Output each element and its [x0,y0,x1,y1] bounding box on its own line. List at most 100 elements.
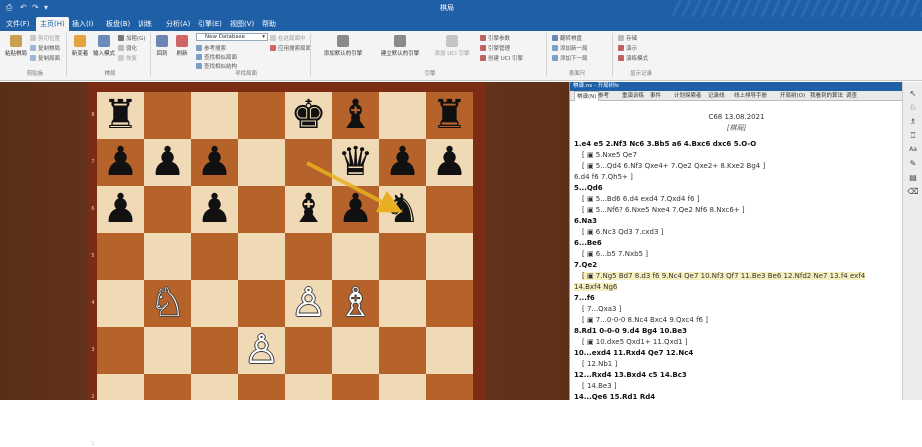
menu-tab[interactable]: 引擎(E) [194,17,226,31]
board-square-b8[interactable] [144,92,191,139]
customize-dropdown-icon[interactable]: ▾ [44,3,48,12]
menu-tab[interactable]: 文件(F) [2,17,34,31]
chess-piece-e6[interactable]: ♝ [285,186,332,233]
database-select[interactable]: New Database ▾ [196,33,268,41]
chess-piece-c7[interactable]: ♟ [191,139,238,186]
chess-piece-h8[interactable]: ♜ [426,92,473,139]
board-square-b6[interactable] [144,186,191,233]
chess-piece-e8[interactable]: ♚ [285,92,332,139]
chess-piece-d3[interactable]: ♙ [238,327,285,374]
paste-button[interactable]: 粘贴棋局 [4,35,28,57]
chess-piece-h7[interactable]: ♟ [426,139,473,186]
in-this-position-button[interactable]: 在这局面中 [270,34,306,42]
panel-tab[interactable]: 线上排导手册 [734,91,767,101]
board-square-h4[interactable] [426,280,473,327]
board-square-c2[interactable] [191,374,238,400]
board-square-g3[interactable] [379,327,426,374]
menu-tab[interactable]: 训练 [134,17,156,31]
board-square-h6[interactable] [426,186,473,233]
menu-tab[interactable]: 分析(A) [162,17,194,31]
pointer-icon[interactable]: ↖ [907,88,919,99]
book-tool-icon[interactable]: ▤ [907,172,919,183]
notation-line[interactable]: 5...Qd6 [574,184,603,192]
notation-line[interactable]: [ 7...Qxa3 ] [582,305,621,313]
chess-piece-a6[interactable]: ♟ [97,186,144,233]
board-square-c4[interactable] [191,280,238,327]
panel-tab[interactable]: 事件 [650,91,661,101]
board-square-a3[interactable] [97,327,144,374]
board-square-f5[interactable] [332,233,379,280]
notation-line[interactable]: [ ▣ 6...b5 7.Nxb5 ] [582,250,648,258]
board-square-f2[interactable] [332,374,379,400]
save-icon[interactable]: ⎙ [6,3,12,13]
chess-piece-a8[interactable]: ♜ [97,92,144,139]
engine-params-button[interactable]: 引擎参数 [480,34,510,42]
chess-piece-g7[interactable]: ♟ [379,139,426,186]
board-square-e7[interactable] [285,139,332,186]
menu-tab[interactable]: 插入(I) [68,17,98,31]
restore-button[interactable]: 恢复 [118,54,137,62]
engine-manage-button[interactable]: 引擎管理 [480,44,510,52]
copy-position-button[interactable]: 复制局面 [30,54,60,62]
notation-line[interactable]: [ 12.Nb1 ] [582,360,617,368]
store-button[interactable]: 存储 [618,34,637,42]
notation-line[interactable]: [ 14.Be3 ] [582,382,617,390]
rook-tool-icon[interactable]: ♖ [907,130,919,141]
board-square-h2[interactable] [426,374,473,400]
chess-piece-f4[interactable]: ♗ [332,280,379,327]
chess-piece-b4[interactable]: ♘ [144,280,191,327]
chess-piece-e4[interactable]: ♙ [285,280,332,327]
bishop-tool-icon[interactable]: ♗ [907,116,919,127]
demo-button[interactable]: 演示 [618,44,637,52]
board-square-b5[interactable] [144,233,191,280]
notation-line[interactable]: 10...exd4 11.Rxd4 Qe7 12.Nc4 [574,349,693,357]
notation-line[interactable]: 7.Qe2 [574,261,597,269]
weaken-button[interactable]: 弱化 [118,44,137,52]
board-square-h5[interactable] [426,233,473,280]
board-square-g8[interactable] [379,92,426,139]
copy-game-button[interactable]: 复制棋局 [30,44,60,52]
board-square-g2[interactable] [379,374,426,400]
notation-line[interactable]: [ ▣ 5...Bd6 6.d4 exd4 7.Qxd4 f6 ] [582,195,699,203]
notation-line[interactable]: 14.Bxf4 Ng6 [574,283,618,291]
notation-line[interactable]: [ ▣ 5...Nf6? 6.Nxe5 Nxe4 7.Qe2 Nf6 8.Nxc… [582,206,745,214]
create-uci-button[interactable]: 创建 UCI 引擎 [480,54,523,62]
notation-line[interactable]: 7...f6 [574,294,595,302]
board-square-a2[interactable] [97,374,144,400]
chess-piece-f8[interactable]: ♝ [332,92,379,139]
apply-search-button[interactable]: 应用搜索局面 [270,44,311,52]
chess-piece-f6[interactable]: ♟ [332,186,379,233]
similar-position-button[interactable]: 查找相似局面 [196,53,237,61]
chess-piece-b7[interactable]: ♟ [144,139,191,186]
insert-mode-button[interactable]: 输入模式 [92,35,116,57]
notation-line[interactable]: 6...Be6 [574,239,602,247]
redo-icon[interactable]: ↷ [32,3,39,12]
notation-line[interactable]: [ ▣ 6.Nc3 Qd3 7.cxd3 ] [582,228,663,236]
panel-tab[interactable]: 计划探索者 [674,91,702,101]
board-square-d2[interactable] [238,374,285,400]
menu-tab[interactable]: 板盘(B) [102,17,134,31]
board-square-c3[interactable] [191,327,238,374]
new-variation-button[interactable]: 新变着 [70,35,90,57]
notation-line[interactable]: 1.e4 e5 2.Nf3 Nc6 3.Bb5 a6 4.Bxc6 dxc6 5… [574,140,756,148]
chess-piece-c6[interactable]: ♟ [191,186,238,233]
notation-line[interactable]: 8.Rd1 0-0-0 9.d4 Bg4 10.Be3 [574,327,687,335]
chess-piece-g6[interactable]: ♞ [379,186,426,233]
notation-line[interactable]: 6.d4 f6 7.Qh5+ ] [574,173,633,181]
add-new-game-button[interactable]: 添加新一局 [552,44,588,52]
panel-tab[interactable]: 棋谱(N) [574,91,600,101]
notation-line[interactable]: [ ▣ 7.Ng5 Bd7 8.d3 f6 9.Nc4 Qe7 10.Nf3 Q… [582,272,866,280]
notation-line[interactable]: [ ▣ 5.Nxe5 Qe7 [582,151,637,159]
create-default-engine-button[interactable]: 建立默认的引擎 [372,35,428,57]
notation-line[interactable]: [ ▣ 10.dxe5 Qxd1+ 11.Qxd1 ] [582,338,688,346]
notation-line[interactable]: [ ▣ 5...Qd4 6.Nf3 Qxe4+ 7.Qe2 Qxe2+ 8.Kx… [582,162,765,170]
board-square-c8[interactable] [191,92,238,139]
board-square-a5[interactable] [97,233,144,280]
board-square-b2[interactable] [144,374,191,400]
panel-tab[interactable]: 记录线 [708,91,725,101]
panel-tab[interactable]: 开局树(O) [780,91,805,101]
panel-tab[interactable]: 参考 [598,91,609,101]
board-square-d8[interactable] [238,92,285,139]
menu-tab[interactable]: 视图(V) [226,17,258,31]
board-square-d7[interactable] [238,139,285,186]
